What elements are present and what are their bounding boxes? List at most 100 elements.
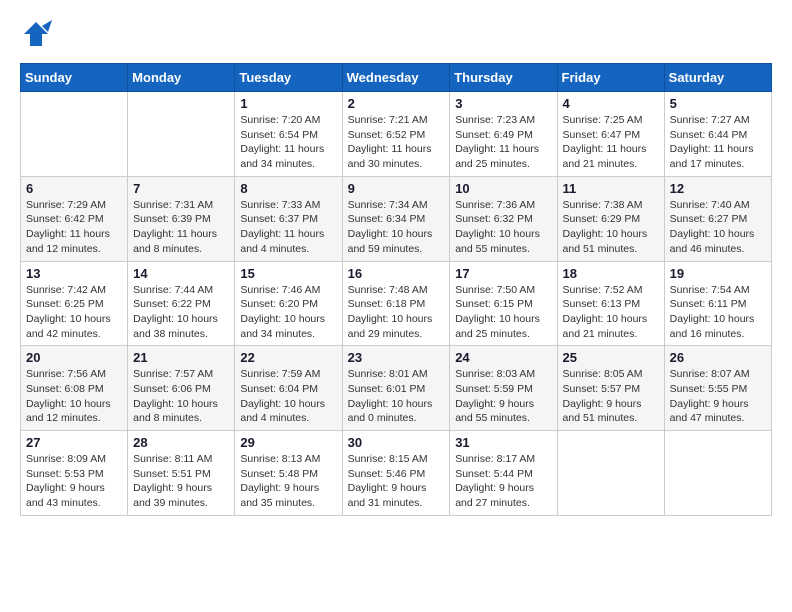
day-number: 17 (455, 266, 551, 281)
calendar-cell: 11 Sunrise: 7:38 AMSunset: 6:29 PMDayligh… (557, 176, 664, 261)
calendar: SundayMondayTuesdayWednesdayThursdayFrid… (20, 63, 772, 516)
day-info: Sunrise: 7:50 AMSunset: 6:15 PMDaylight:… (455, 283, 551, 342)
calendar-week-row: 6 Sunrise: 7:29 AMSunset: 6:42 PMDaylight… (21, 176, 772, 261)
calendar-cell: 24 Sunrise: 8:03 AMSunset: 5:59 PMDayligh… (450, 346, 557, 431)
calendar-cell (664, 431, 771, 516)
calendar-cell: 7Sunrise: 7:31 AMSunset: 6:39 PMDaylight… (128, 176, 235, 261)
day-info: Sunrise: 7:29 AMSunset: 6:42 PMDaylight:… (26, 198, 122, 257)
calendar-cell: 12 Sunrise: 7:40 AMSunset: 6:27 PMDayligh… (664, 176, 771, 261)
day-info: Sunrise: 8:07 AMSunset: 5:55 PMDaylight:… (670, 367, 766, 426)
day-number: 5 (670, 96, 766, 111)
day-info: Sunrise: 7:52 AMSunset: 6:13 PMDaylight:… (563, 283, 659, 342)
day-number: 3 (455, 96, 551, 111)
day-info: Sunrise: 8:17 AMSunset: 5:44 PMDaylight:… (455, 452, 551, 511)
day-info: Sunrise: 7:46 AMSunset: 6:20 PMDaylight:… (240, 283, 336, 342)
calendar-cell: 17 Sunrise: 7:50 AMSunset: 6:15 PMDayligh… (450, 261, 557, 346)
calendar-cell: 8 Sunrise: 7:33 AMSunset: 6:37 PMDaylight… (235, 176, 342, 261)
calendar-cell: 30Sunrise: 8:15 AMSunset: 5:46 PMDayligh… (342, 431, 450, 516)
calendar-cell: 20Sunrise: 7:56 AMSunset: 6:08 PMDayligh… (21, 346, 128, 431)
calendar-cell: 15 Sunrise: 7:46 AMSunset: 6:20 PMDayligh… (235, 261, 342, 346)
day-info: Sunrise: 7:27 AMSunset: 6:44 PMDaylight:… (670, 113, 766, 172)
day-info: Sunrise: 7:44 AMSunset: 6:22 PMDaylight:… (133, 283, 229, 342)
day-info: Sunrise: 7:42 AMSunset: 6:25 PMDaylight:… (26, 283, 122, 342)
day-number: 30 (348, 435, 445, 450)
calendar-cell: 19Sunrise: 7:54 AMSunset: 6:11 PMDayligh… (664, 261, 771, 346)
day-number: 25 (563, 350, 659, 365)
calendar-cell: 14 Sunrise: 7:44 AMSunset: 6:22 PMDayligh… (128, 261, 235, 346)
logo (20, 20, 56, 53)
calendar-cell (557, 431, 664, 516)
day-info: Sunrise: 7:31 AMSunset: 6:39 PMDaylight:… (133, 198, 229, 257)
day-number: 24 (455, 350, 551, 365)
day-number: 8 (240, 181, 336, 196)
day-number: 9 (348, 181, 445, 196)
calendar-cell: 10 Sunrise: 7:36 AMSunset: 6:32 PMDayligh… (450, 176, 557, 261)
day-number: 12 (670, 181, 766, 196)
day-number: 4 (563, 96, 659, 111)
calendar-cell: 5 Sunrise: 7:27 AMSunset: 6:44 PMDaylight… (664, 92, 771, 177)
day-number: 22 (240, 350, 336, 365)
calendar-cell: 28Sunrise: 8:11 AMSunset: 5:51 PMDayligh… (128, 431, 235, 516)
calendar-cell: 6 Sunrise: 7:29 AMSunset: 6:42 PMDaylight… (21, 176, 128, 261)
calendar-cell: 9 Sunrise: 7:34 AMSunset: 6:34 PMDaylight… (342, 176, 450, 261)
day-number: 2 (348, 96, 445, 111)
logo-icon (20, 20, 52, 53)
day-number: 26 (670, 350, 766, 365)
weekday-header: Tuesday (235, 64, 342, 92)
day-info: Sunrise: 8:05 AMSunset: 5:57 PMDaylight:… (563, 367, 659, 426)
calendar-cell: 3 Sunrise: 7:23 AMSunset: 6:49 PMDaylight… (450, 92, 557, 177)
day-info: Sunrise: 7:21 AMSunset: 6:52 PMDaylight:… (348, 113, 445, 172)
day-number: 27 (26, 435, 122, 450)
weekday-header: Saturday (664, 64, 771, 92)
day-number: 31 (455, 435, 551, 450)
weekday-header: Monday (128, 64, 235, 92)
day-info: Sunrise: 7:57 AMSunset: 6:06 PMDaylight:… (133, 367, 229, 426)
day-number: 11 (563, 181, 659, 196)
day-info: Sunrise: 8:09 AMSunset: 5:53 PMDaylight:… (26, 452, 122, 511)
calendar-cell: 26 Sunrise: 8:07 AMSunset: 5:55 PMDayligh… (664, 346, 771, 431)
calendar-week-row: 1 Sunrise: 7:20 AMSunset: 6:54 PMDaylight… (21, 92, 772, 177)
calendar-cell: 1 Sunrise: 7:20 AMSunset: 6:54 PMDaylight… (235, 92, 342, 177)
day-number: 13 (26, 266, 122, 281)
calendar-cell (21, 92, 128, 177)
day-number: 19 (670, 266, 766, 281)
calendar-header-row: SundayMondayTuesdayWednesdayThursdayFrid… (21, 64, 772, 92)
day-info: Sunrise: 7:40 AMSunset: 6:27 PMDaylight:… (670, 198, 766, 257)
calendar-cell: 13 Sunrise: 7:42 AMSunset: 6:25 PMDayligh… (21, 261, 128, 346)
day-info: Sunrise: 7:59 AMSunset: 6:04 PMDaylight:… (240, 367, 336, 426)
weekday-header: Sunday (21, 64, 128, 92)
day-number: 14 (133, 266, 229, 281)
day-info: Sunrise: 7:20 AMSunset: 6:54 PMDaylight:… (240, 113, 336, 172)
weekday-header: Wednesday (342, 64, 450, 92)
day-number: 1 (240, 96, 336, 111)
day-info: Sunrise: 7:38 AMSunset: 6:29 PMDaylight:… (563, 198, 659, 257)
day-info: Sunrise: 8:03 AMSunset: 5:59 PMDaylight:… (455, 367, 551, 426)
calendar-week-row: 27 Sunrise: 8:09 AMSunset: 5:53 PMDayligh… (21, 431, 772, 516)
day-info: Sunrise: 8:01 AMSunset: 6:01 PMDaylight:… (348, 367, 445, 426)
day-number: 10 (455, 181, 551, 196)
day-info: Sunrise: 7:25 AMSunset: 6:47 PMDaylight:… (563, 113, 659, 172)
calendar-cell: 25 Sunrise: 8:05 AMSunset: 5:57 PMDayligh… (557, 346, 664, 431)
day-number: 6 (26, 181, 122, 196)
day-number: 18 (563, 266, 659, 281)
calendar-cell: 16 Sunrise: 7:48 AMSunset: 6:18 PMDayligh… (342, 261, 450, 346)
weekday-header: Thursday (450, 64, 557, 92)
day-info: Sunrise: 7:33 AMSunset: 6:37 PMDaylight:… (240, 198, 336, 257)
calendar-cell: 18 Sunrise: 7:52 AMSunset: 6:13 PMDayligh… (557, 261, 664, 346)
day-info: Sunrise: 7:23 AMSunset: 6:49 PMDaylight:… (455, 113, 551, 172)
day-info: Sunrise: 7:34 AMSunset: 6:34 PMDaylight:… (348, 198, 445, 257)
day-info: Sunrise: 8:13 AMSunset: 5:48 PMDaylight:… (240, 452, 336, 511)
calendar-cell: 2 Sunrise: 7:21 AMSunset: 6:52 PMDaylight… (342, 92, 450, 177)
day-number: 20 (26, 350, 122, 365)
day-number: 28 (133, 435, 229, 450)
calendar-cell (128, 92, 235, 177)
day-number: 21 (133, 350, 229, 365)
calendar-cell: 23Sunrise: 8:01 AMSunset: 6:01 PMDayligh… (342, 346, 450, 431)
day-info: Sunrise: 7:48 AMSunset: 6:18 PMDaylight:… (348, 283, 445, 342)
day-number: 15 (240, 266, 336, 281)
calendar-cell: 22 Sunrise: 7:59 AMSunset: 6:04 PMDayligh… (235, 346, 342, 431)
day-number: 16 (348, 266, 445, 281)
day-info: Sunrise: 7:36 AMSunset: 6:32 PMDaylight:… (455, 198, 551, 257)
calendar-week-row: 13 Sunrise: 7:42 AMSunset: 6:25 PMDayligh… (21, 261, 772, 346)
calendar-cell: 27 Sunrise: 8:09 AMSunset: 5:53 PMDayligh… (21, 431, 128, 516)
